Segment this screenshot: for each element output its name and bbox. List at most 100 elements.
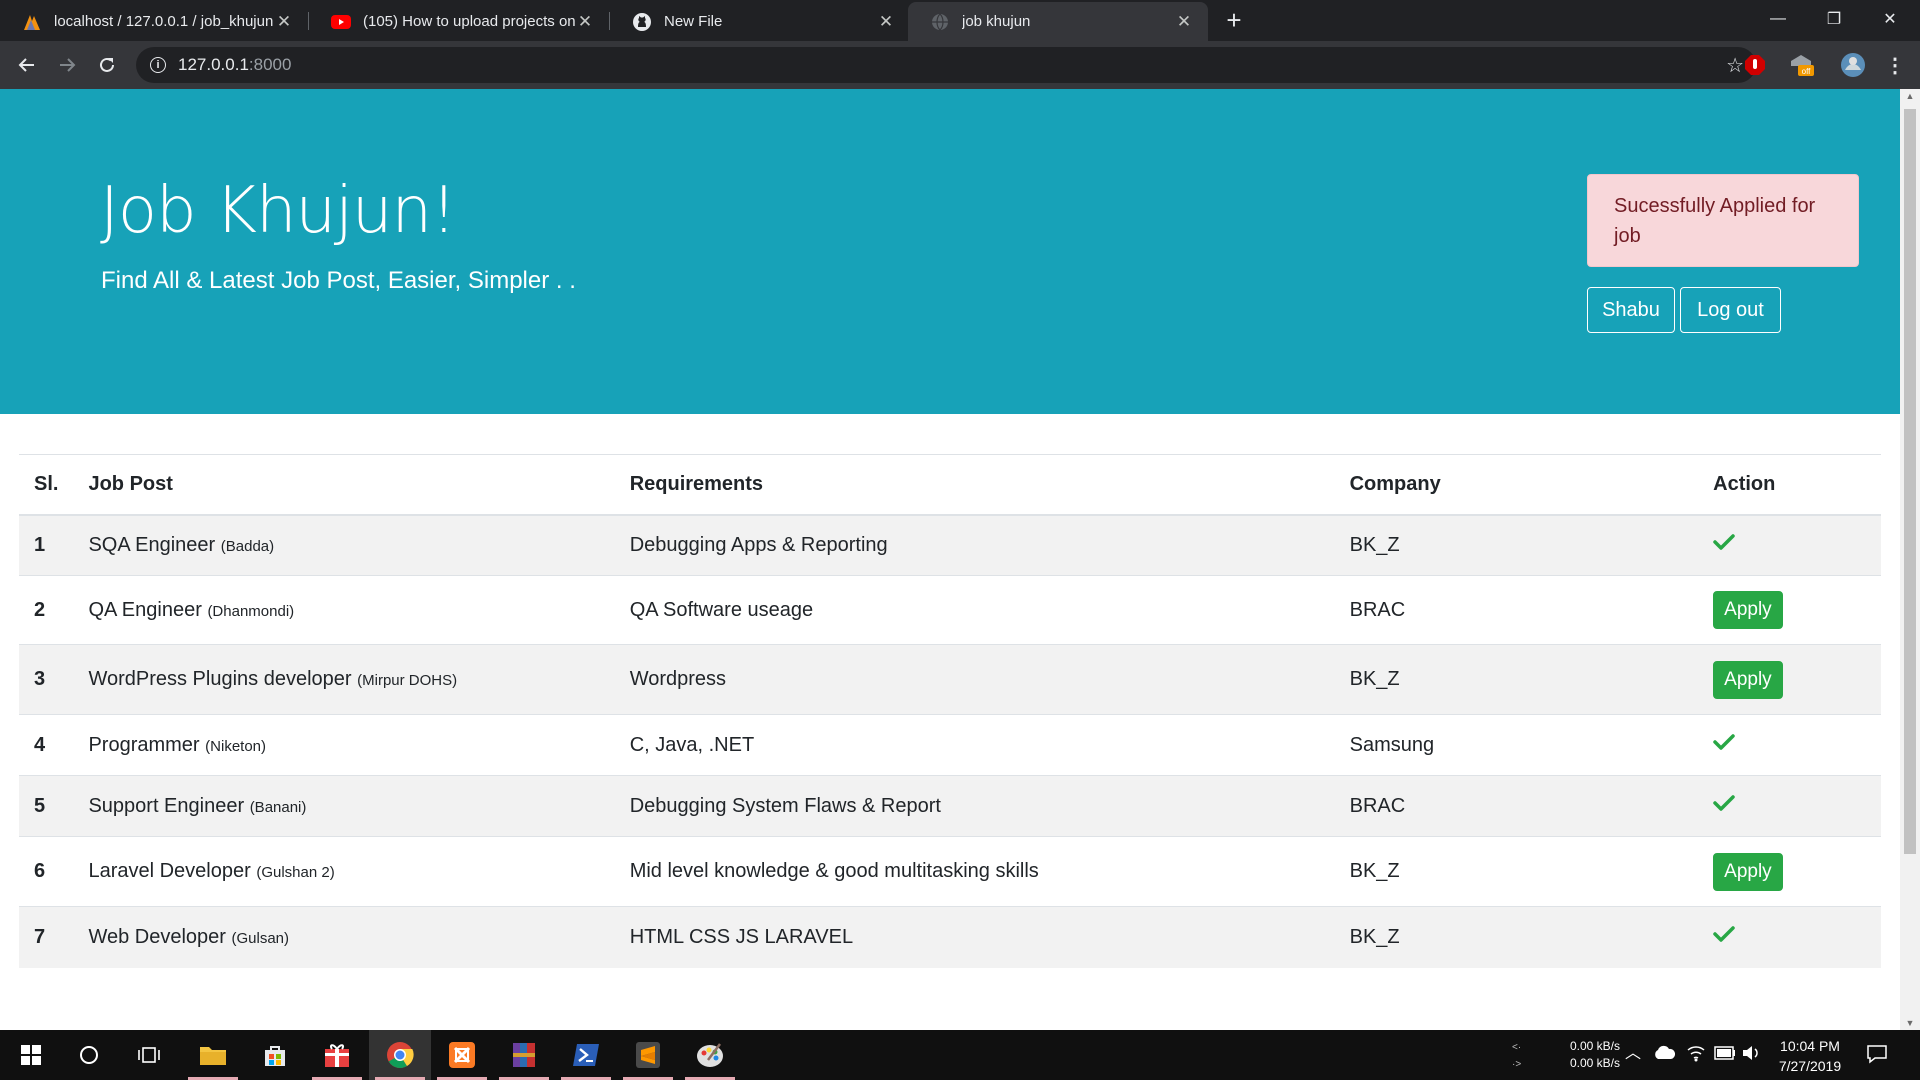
site-tagline: Find All & Latest Job Post, Easier, Simp… (101, 267, 576, 294)
job-title: Web Developer (88, 925, 226, 948)
youtube-icon (331, 12, 351, 32)
row-serial: 2 (19, 575, 74, 645)
company-cell: BK_Z (1334, 836, 1699, 907)
paint-icon[interactable] (679, 1030, 741, 1080)
forward-icon[interactable] (53, 51, 81, 79)
apply-button[interactable]: Apply (1713, 660, 1783, 699)
job-location: (Gulshan 2) (256, 864, 335, 881)
apply-button[interactable]: Apply (1713, 852, 1783, 891)
github-icon (632, 12, 652, 32)
action-cell: Apply (1698, 575, 1881, 645)
job-location: (Niketon) (205, 737, 267, 755)
globe-icon (930, 12, 950, 32)
requirements-cell: C, Java, .NET (614, 714, 1335, 776)
action-cell: Apply (1698, 836, 1881, 907)
row-serial: 1 (19, 514, 74, 576)
job-post-cell: Web Developer (Gulsan) (73, 906, 615, 968)
profile-avatar-icon[interactable] (1838, 50, 1868, 80)
close-tab-icon[interactable]: ✕ (575, 12, 595, 32)
action-center-icon[interactable] (1866, 1044, 1888, 1068)
reload-icon[interactable] (93, 51, 121, 79)
sublime-text-icon[interactable] (617, 1030, 679, 1080)
network-arrows-icon: <· ·> (1512, 1042, 1522, 1070)
url-port: :8000 (248, 55, 292, 74)
winrar-icon[interactable] (493, 1030, 555, 1080)
applied-check-icon (1713, 533, 1735, 557)
requirements-cell: Debugging System Flaws & Report (614, 775, 1335, 837)
scrollbar-thumb[interactable] (1904, 109, 1916, 854)
job-row: 7 Web Developer (Gulsan) HTML CSS JS LARAV… (19, 906, 1881, 968)
chrome-icon[interactable] (369, 1030, 431, 1080)
scroll-down-icon[interactable]: ▼ (1900, 1018, 1920, 1028)
company-cell: BK_Z (1334, 644, 1699, 715)
logout-button[interactable]: Log out (1680, 287, 1781, 333)
close-window-icon[interactable]: ✕ (1862, 0, 1918, 38)
row-serial: 3 (19, 644, 74, 715)
search-icon[interactable] (58, 1030, 120, 1080)
powershell-icon[interactable] (555, 1030, 617, 1080)
xampp-icon[interactable] (431, 1030, 493, 1080)
system-clock[interactable]: 10:04 PM 7/27/2019 (1760, 1036, 1860, 1076)
back-icon[interactable] (13, 51, 41, 79)
tab-phpmyadmin[interactable]: localhost / 127.0.0.1 / job_khujun ✕ (0, 2, 308, 41)
requirements-cell: HTML CSS JS LARAVEL (614, 906, 1335, 968)
close-tab-icon[interactable]: ✕ (274, 12, 294, 32)
minimize-icon[interactable]: — (1750, 0, 1806, 38)
volume-icon[interactable] (1741, 1044, 1761, 1066)
job-table: Sl. Job Post Requirements Company Action… (19, 454, 1881, 968)
job-row: 2 QA Engineer (Dhanmondi) QA Software usea… (19, 575, 1881, 645)
job-title: Laravel Developer (88, 860, 251, 882)
restore-icon[interactable]: ❐ (1806, 0, 1862, 38)
tab-job-khujun[interactable]: job khujun ✕ (908, 2, 1208, 41)
apply-button[interactable]: Apply (1713, 591, 1783, 629)
page-scrollbar[interactable]: ▲ ▼ (1900, 89, 1920, 1030)
action-cell (1698, 775, 1881, 837)
coupon-extension-icon[interactable]: off (1786, 50, 1816, 80)
clock-date: 7/27/2019 (1778, 1058, 1842, 1074)
company-cell: BRAC (1334, 575, 1699, 645)
job-title: WordPress Plugins developer (88, 668, 352, 690)
job-title: Support Engineer (88, 794, 245, 817)
microsoft-store-icon[interactable] (244, 1030, 306, 1080)
user-profile-button[interactable]: Shabu (1587, 287, 1675, 333)
gift-app-icon[interactable] (306, 1030, 368, 1080)
file-explorer-icon[interactable] (182, 1030, 244, 1080)
row-serial: 4 (19, 714, 74, 776)
job-post-cell: Programmer (Niketon) (73, 714, 615, 776)
close-tab-icon[interactable]: ✕ (876, 12, 896, 32)
battery-icon[interactable] (1714, 1046, 1736, 1064)
action-cell (1698, 714, 1881, 776)
task-view-icon[interactable] (118, 1030, 180, 1080)
wifi-icon[interactable] (1686, 1044, 1706, 1066)
menu-kebab-icon[interactable]: ⋮ (1880, 50, 1910, 80)
tab-github[interactable]: New File ✕ (610, 2, 910, 41)
url-host: 127.0.0.1 (178, 55, 249, 74)
adblock-extension-icon[interactable] (1740, 50, 1770, 80)
show-hidden-icons-chevron-icon[interactable]: ︿ (1625, 1045, 1641, 1062)
browser-toolbar: i 127.0.0.1:8000 ☆ off ⋮ (0, 41, 1920, 89)
onedrive-cloud-icon[interactable] (1652, 1044, 1676, 1064)
job-post-cell: SQA Engineer (Badda) (73, 514, 615, 576)
company-cell: Samsung (1334, 714, 1699, 776)
job-location: (Mirpur DOHS) (357, 672, 458, 689)
clock-time: 10:04 PM (1780, 1038, 1840, 1054)
applied-check-icon (1713, 925, 1735, 949)
job-location: (Banani) (249, 798, 307, 816)
col-header-action: Action (1698, 454, 1881, 516)
windows-start-icon[interactable] (0, 1030, 62, 1080)
company-cell: BK_Z (1334, 514, 1699, 576)
info-icon[interactable]: i (150, 57, 166, 73)
close-tab-icon[interactable]: ✕ (1174, 12, 1194, 32)
address-bar[interactable]: i 127.0.0.1:8000 ☆ (136, 47, 1756, 83)
row-serial: 6 (19, 836, 74, 907)
windows-taskbar: <· ·> 0.00 kB/s 0.00 kB/s ︿ 10:04 PM 7/27… (0, 1030, 1920, 1080)
requirements-cell: Wordpress (614, 644, 1335, 715)
job-title: SQA Engineer (88, 533, 216, 556)
job-row: 4 Programmer (Niketon) C, Java, .NET Samsun… (19, 714, 1881, 776)
job-location: (Gulsan) (231, 929, 290, 947)
company-cell: BRAC (1334, 775, 1699, 837)
new-tab-button[interactable]: + (1219, 5, 1249, 35)
scroll-up-icon[interactable]: ▲ (1900, 91, 1920, 101)
requirements-cell: Debugging Apps & Reporting (614, 514, 1335, 576)
tab-youtube[interactable]: (105) How to upload projects on ✕ (309, 2, 609, 41)
